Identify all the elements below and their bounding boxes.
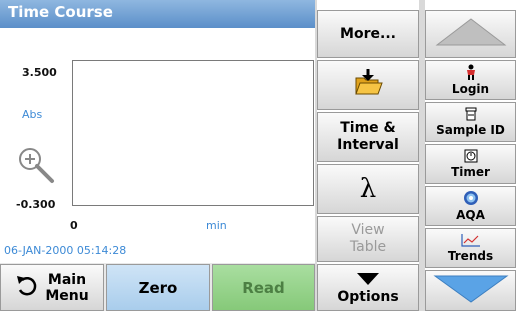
lambda-symbol: λ bbox=[359, 174, 377, 204]
login-button[interactable]: Login bbox=[425, 60, 516, 100]
page-title: Time Course bbox=[8, 3, 113, 21]
open-folder-icon bbox=[353, 68, 383, 102]
zero-button[interactable]: Zero bbox=[106, 264, 210, 311]
read-label: Read bbox=[242, 278, 285, 297]
date-time-readout: 06-JAN-2000 05:14:28 bbox=[4, 244, 127, 257]
open-file-button[interactable] bbox=[317, 60, 419, 110]
trends-label: Trends bbox=[447, 249, 494, 263]
main-menu-label-2: Menu bbox=[45, 287, 89, 304]
main-menu-label-1: Main bbox=[47, 271, 87, 288]
trends-button[interactable]: Trends bbox=[425, 228, 516, 268]
options-arrow-icon bbox=[357, 270, 379, 289]
aqa-button[interactable]: AQA bbox=[425, 186, 516, 226]
sample-id-label: Sample ID bbox=[436, 123, 505, 137]
time-interval-label-1: Time & bbox=[340, 120, 396, 136]
aqa-label: AQA bbox=[456, 208, 485, 222]
options-button[interactable]: Options bbox=[317, 264, 419, 311]
sample-container-icon bbox=[465, 107, 477, 124]
y-axis-unit-label: Abs bbox=[22, 108, 43, 121]
aqa-icon bbox=[463, 190, 479, 209]
trend-chart-icon bbox=[460, 233, 481, 250]
up-arrow-icon bbox=[435, 17, 507, 51]
scroll-up-button[interactable] bbox=[425, 10, 516, 58]
title-bar: Time Course bbox=[0, 0, 315, 28]
main-menu-button[interactable]: Main Menu bbox=[0, 264, 104, 311]
login-label: Login bbox=[451, 82, 490, 96]
x-axis-unit-label: min bbox=[206, 219, 227, 232]
y-axis-min-label: -0.300 bbox=[16, 198, 56, 211]
down-arrow-icon bbox=[432, 274, 509, 308]
scroll-down-button[interactable] bbox=[425, 270, 516, 311]
view-table-button[interactable]: View Table bbox=[317, 216, 419, 262]
timer-label: Timer bbox=[451, 165, 490, 179]
plot-area bbox=[72, 60, 314, 206]
read-button[interactable]: Read bbox=[212, 264, 315, 311]
y-axis-max-label: 3.500 bbox=[22, 66, 57, 79]
wavelength-button[interactable]: λ bbox=[317, 164, 419, 214]
time-interval-label-2: Interval bbox=[337, 137, 399, 153]
view-table-label-2: Table bbox=[349, 239, 387, 255]
more-label: More... bbox=[340, 26, 396, 42]
zoom-in-icon[interactable] bbox=[16, 145, 56, 185]
timer-icon bbox=[464, 149, 478, 166]
time-interval-button[interactable]: Time & Interval bbox=[317, 112, 419, 162]
x-axis-min-label: 0 bbox=[70, 219, 78, 232]
more-button[interactable]: More... bbox=[317, 10, 419, 58]
sample-id-button[interactable]: Sample ID bbox=[425, 102, 516, 142]
options-label: Options bbox=[337, 289, 399, 305]
person-icon bbox=[465, 64, 477, 83]
zero-label: Zero bbox=[138, 278, 178, 297]
view-table-label-1: View bbox=[351, 222, 385, 238]
back-arrow-icon bbox=[15, 274, 39, 302]
timer-button[interactable]: Timer bbox=[425, 144, 516, 184]
